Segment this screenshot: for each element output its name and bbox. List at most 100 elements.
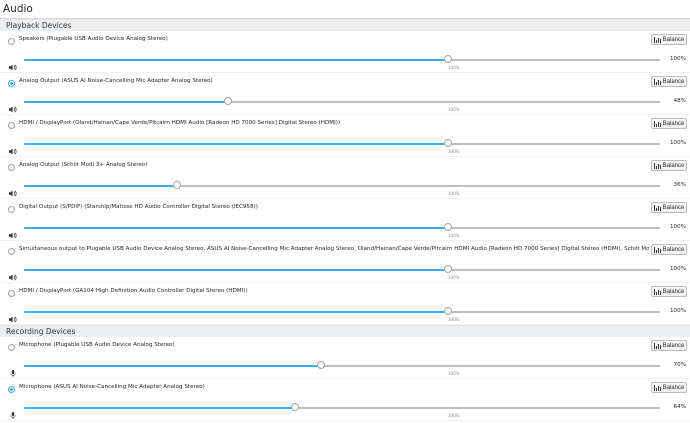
volume-slider-fill	[24, 365, 321, 367]
volume-slider-handle[interactable]	[444, 55, 452, 63]
volume-tick-100-label: 100%	[448, 191, 460, 196]
default-device-radio[interactable]	[8, 80, 15, 87]
equalizer-icon	[653, 120, 661, 127]
balance-button[interactable]: Balance	[651, 202, 687, 213]
volume-slider[interactable]	[24, 265, 660, 273]
volume-tick-100-label: 100%	[448, 413, 460, 418]
volume-tick-100-label: 100%	[448, 275, 460, 280]
playback-section: Playback Devices Speakers (Plugable USB …	[0, 19, 690, 325]
volume-slider-fill	[24, 143, 448, 145]
default-device-radio[interactable]	[8, 38, 15, 45]
equalizer-icon	[653, 384, 661, 391]
device-name: Analog Output (Schiit Modi 3+ Analog Ste…	[19, 162, 148, 168]
speaker-icon	[9, 98, 17, 113]
default-device-radio[interactable]	[8, 122, 15, 129]
default-device-radio[interactable]	[8, 344, 15, 351]
volume-slider-handle[interactable]	[444, 223, 452, 231]
volume-slider[interactable]	[24, 181, 660, 189]
speaker-icon	[9, 56, 17, 71]
volume-slider[interactable]	[24, 55, 660, 63]
playback-device-row: HDMI / DisplayPort (GA104 High Definitio…	[0, 283, 690, 325]
volume-tick-100-label: 100%	[448, 317, 460, 322]
audio-settings-window: Audio Playback Devices Speakers (Plugabl…	[0, 0, 690, 421]
volume-tick-100-label: 100%	[448, 149, 460, 154]
device-name: Microphone (ASUS AI Noise-Cancelling Mic…	[19, 384, 205, 390]
volume-percentage: 100%	[670, 266, 686, 272]
default-device-radio[interactable]	[8, 206, 15, 213]
volume-percentage: 100%	[670, 224, 686, 230]
speaker-icon	[9, 224, 17, 239]
playback-devices-header: Playback Devices	[0, 19, 690, 31]
equalizer-icon	[653, 204, 661, 211]
volume-slider[interactable]	[24, 307, 660, 315]
balance-button[interactable]: Balance	[651, 160, 687, 171]
volume-tick-100-label: 100%	[448, 65, 460, 70]
device-name: Simultaneous output to Plugable USB Audi…	[19, 246, 649, 252]
default-device-radio[interactable]	[8, 248, 15, 255]
playback-device-row: Digital Output (S/PDIF) (Starship/Matiss…	[0, 199, 690, 241]
recording-device-row: Microphone (Plugable USB Audio Device An…	[0, 337, 690, 379]
volume-slider-fill	[24, 311, 448, 313]
balance-label: Balance	[662, 384, 685, 391]
balance-label: Balance	[662, 120, 685, 127]
equalizer-icon	[653, 288, 661, 295]
balance-label: Balance	[662, 288, 685, 295]
volume-slider[interactable]	[24, 223, 660, 231]
balance-button[interactable]: Balance	[651, 382, 687, 393]
balance-button[interactable]: Balance	[651, 118, 687, 129]
playback-device-row: Analog Output (Schiit Modi 3+ Analog Ste…	[0, 157, 690, 199]
microphone-icon	[9, 404, 17, 419]
volume-slider-handle[interactable]	[223, 97, 232, 105]
speaker-icon	[9, 308, 17, 323]
device-name: HDMI / DisplayPort (GA104 High Definitio…	[19, 288, 248, 294]
volume-slider[interactable]	[24, 403, 660, 411]
balance-button[interactable]: Balance	[651, 34, 687, 45]
recording-device-row: Microphone (ASUS AI Noise-Cancelling Mic…	[0, 379, 690, 421]
balance-label: Balance	[662, 204, 685, 211]
playback-device-list: Speakers (Plugable USB Audio Device Anal…	[0, 31, 690, 325]
equalizer-icon	[653, 246, 661, 253]
volume-slider[interactable]	[24, 139, 660, 147]
volume-slider[interactable]	[24, 361, 660, 369]
default-device-radio[interactable]	[8, 290, 15, 297]
balance-label: Balance	[662, 162, 685, 169]
volume-slider-fill	[24, 227, 448, 229]
volume-slider[interactable]	[24, 97, 660, 105]
microphone-icon	[9, 362, 17, 377]
volume-percentage: 64%	[673, 404, 686, 410]
balance-button[interactable]: Balance	[651, 286, 687, 297]
equalizer-icon	[653, 162, 661, 169]
volume-slider-handle[interactable]	[316, 361, 325, 369]
device-name: Digital Output (S/PDIF) (Starship/Matiss…	[19, 204, 258, 210]
volume-slider-handle[interactable]	[444, 307, 452, 315]
balance-button[interactable]: Balance	[651, 340, 687, 351]
volume-slider-fill	[24, 59, 448, 61]
volume-slider-handle[interactable]	[172, 181, 181, 189]
speaker-icon	[9, 140, 17, 155]
volume-slider-fill	[24, 101, 228, 103]
volume-tick-100-label: 100%	[448, 107, 460, 112]
volume-slider-handle[interactable]	[291, 403, 300, 411]
balance-button[interactable]: Balance	[651, 244, 687, 255]
recording-devices-header: Recording Devices	[0, 325, 690, 337]
volume-slider-handle[interactable]	[444, 265, 452, 273]
volume-slider-handle[interactable]	[444, 139, 452, 147]
default-device-radio[interactable]	[8, 164, 15, 171]
default-device-radio[interactable]	[8, 386, 15, 393]
volume-percentage: 70%	[673, 362, 686, 368]
volume-percentage: 100%	[670, 140, 686, 146]
volume-percentage: 48%	[673, 98, 686, 104]
recording-device-list: Microphone (Plugable USB Audio Device An…	[0, 337, 690, 421]
playback-device-row: Speakers (Plugable USB Audio Device Anal…	[0, 31, 690, 73]
volume-percentage: 100%	[670, 308, 686, 314]
volume-slider-fill	[24, 407, 296, 409]
device-name: HDMI / DisplayPort (Oland/Hainan/Cape Ve…	[19, 120, 341, 126]
volume-slider-fill	[24, 185, 177, 187]
playback-device-row: Simultaneous output to Plugable USB Audi…	[0, 241, 690, 283]
device-name: Analog Output (ASUS AI Noise-Cancelling …	[19, 78, 213, 84]
volume-slider-fill	[24, 269, 448, 271]
balance-button[interactable]: Balance	[651, 76, 687, 87]
playback-device-row: Analog Output (ASUS AI Noise-Cancelling …	[0, 73, 690, 115]
speaker-icon	[9, 182, 17, 197]
balance-label: Balance	[662, 246, 685, 253]
